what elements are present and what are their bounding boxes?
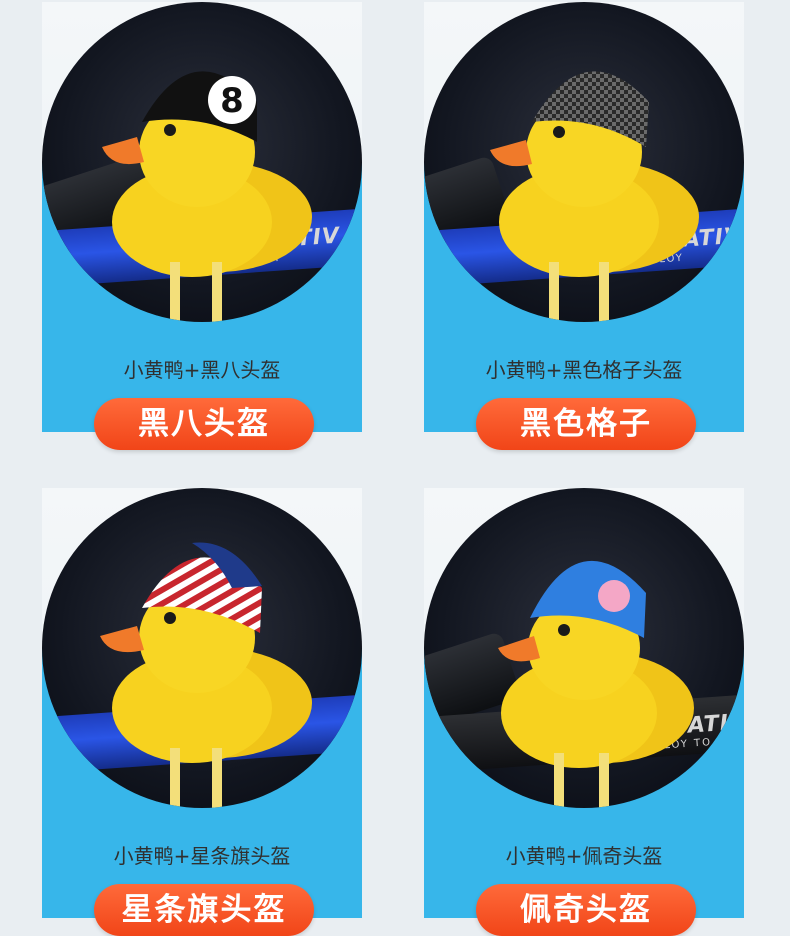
duck-with-peppa-helmet bbox=[498, 560, 694, 808]
product-badge-button[interactable]: 黑八头盔 bbox=[94, 398, 314, 450]
product-card-peppa[interactable]: TRUVATIVALLOY TO 小黄鸭+佩奇头盔 佩奇头盔 bbox=[424, 488, 744, 936]
duck-with-flag-helmet bbox=[100, 542, 312, 808]
product-card-carbon[interactable]: TRUVATIVALLOY 小黄鸭+黑色格子头盔 bbox=[424, 2, 744, 450]
duck-with-eight-ball-helmet: 8 bbox=[102, 71, 312, 322]
product-badge-button[interactable]: 佩奇头盔 bbox=[476, 884, 696, 936]
product-badge-button[interactable]: 黑色格子 bbox=[476, 398, 696, 450]
product-caption: 小黄鸭+佩奇头盔 bbox=[505, 844, 663, 868]
product-caption: 小黄鸭+黑色格子头盔 bbox=[485, 358, 683, 382]
helmet-number: 8 bbox=[220, 81, 244, 121]
product-photo: TRUVATIVALLOY bbox=[424, 2, 744, 322]
product-card-eight-ball[interactable]: TRUVATIVALLOY 8 小黄鸭+黑八头盔 黑八头盔 bbox=[42, 2, 362, 450]
product-photo: TRUVATIVALLOY 8 bbox=[42, 2, 362, 322]
product-badge-button[interactable]: 星条旗头盔 bbox=[94, 884, 314, 936]
product-card-stars-stripes[interactable]: 小黄鸭+星条旗头盔 星条旗头盔 bbox=[42, 488, 362, 936]
product-grid: TRUVATIVALLOY 8 小黄鸭+黑八头盔 黑八头盔 TRUVATIVAL… bbox=[0, 0, 790, 936]
product-photo: TRUVATIVALLOY TO bbox=[424, 488, 744, 808]
peppa-icon bbox=[598, 580, 630, 612]
product-caption: 小黄鸭+星条旗头盔 bbox=[113, 844, 291, 868]
duck-with-carbon-helmet bbox=[490, 71, 699, 322]
product-caption: 小黄鸭+黑八头盔 bbox=[123, 358, 281, 382]
product-photo bbox=[42, 488, 362, 808]
